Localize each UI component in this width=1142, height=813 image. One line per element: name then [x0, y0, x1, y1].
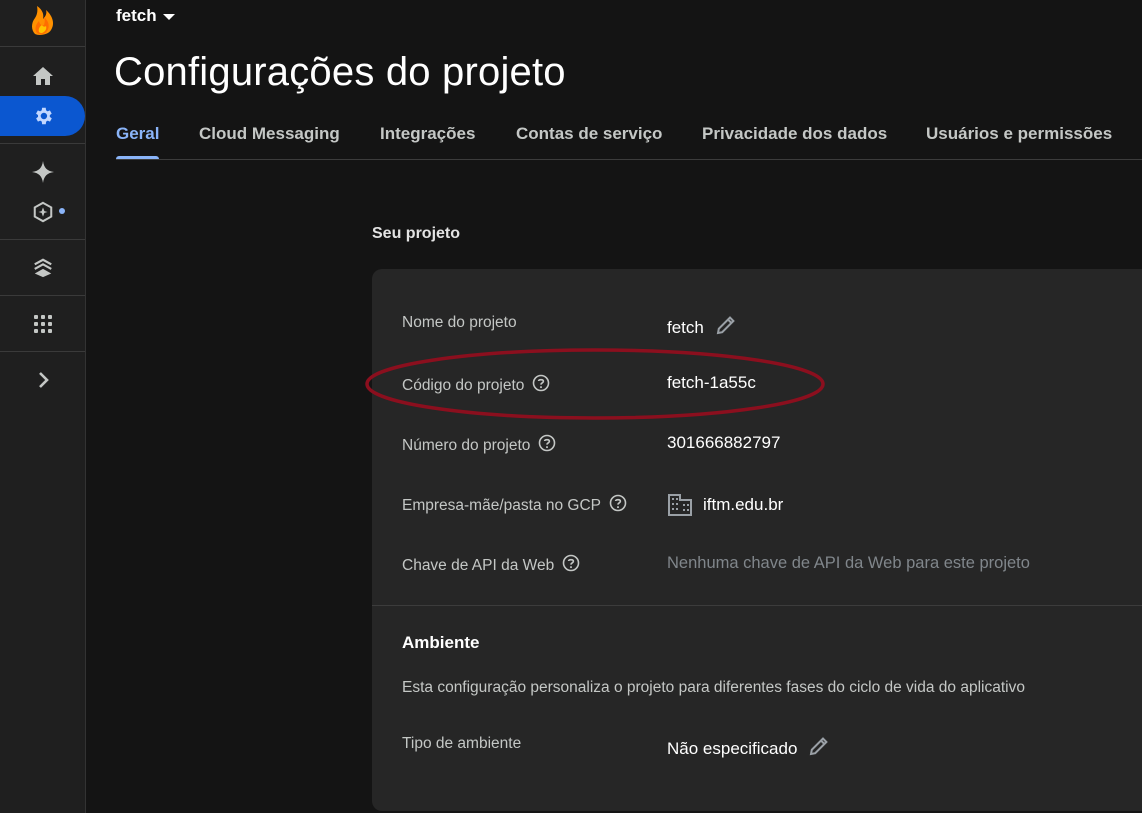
- settings-tabs: Geral Cloud Messaging Integrações Contas…: [116, 112, 1142, 160]
- rail-extensions[interactable]: [0, 192, 85, 232]
- firebase-logo[interactable]: [0, 0, 85, 40]
- grid-icon: [33, 315, 52, 333]
- side-rail: [0, 0, 86, 813]
- row-value-text: fetch: [667, 317, 704, 337]
- chevron-right-icon: [38, 372, 49, 388]
- project-card: Nome do projeto fetch Código do projeto …: [372, 269, 1142, 811]
- row-label-text: Empresa-mãe/pasta no GCP: [402, 496, 602, 514]
- rail-divider: [0, 295, 85, 296]
- project-switcher[interactable]: fetch: [116, 6, 175, 26]
- extensions-icon: [33, 201, 52, 223]
- project-number-value: 301666882797: [667, 433, 780, 453]
- rail-expand[interactable]: [0, 360, 85, 400]
- tab-data-privacy[interactable]: Privacidade dos dados: [702, 124, 887, 144]
- parent-org-value: iftm.edu.br: [667, 493, 783, 517]
- rail-divider: [0, 239, 85, 240]
- rail-layers[interactable]: [0, 248, 85, 288]
- web-api-key-label: Chave de API da Web: [402, 554, 580, 577]
- question-circle-icon: [609, 494, 627, 512]
- section-title: Seu projeto: [372, 225, 461, 242]
- help-icon[interactable]: [562, 554, 580, 577]
- help-icon[interactable]: [538, 434, 556, 457]
- rail-divider: [0, 143, 85, 144]
- row-value-text: 301666882797: [667, 433, 781, 452]
- rail-gemini[interactable]: [0, 152, 85, 192]
- environment-type-value: Não especificado: [667, 734, 831, 763]
- row-label-text: Chave de API da Web: [402, 556, 555, 574]
- page-title: Configurações do projeto: [114, 50, 566, 94]
- row-label-text: Número do projeto: [402, 436, 531, 454]
- web-api-key-value: Nenhuma chave de API da Web para este pr…: [667, 554, 1030, 573]
- question-circle-icon: [539, 434, 556, 452]
- question-circle-icon: [533, 374, 550, 392]
- question-circle-icon: [562, 554, 580, 572]
- project-name-label: Nome do projeto: [402, 314, 517, 332]
- row-label-text: Nome do projeto: [402, 314, 517, 331]
- row-value-text: Não especificado: [667, 738, 798, 758]
- environment-title: Ambiente: [402, 633, 480, 652]
- pencil-icon: [810, 737, 829, 756]
- rail-divider: [0, 46, 85, 47]
- project-number-label: Número do projeto: [402, 434, 556, 457]
- tab-cloud-messaging[interactable]: Cloud Messaging: [199, 124, 340, 144]
- project-id-label: Código do projeto: [402, 374, 550, 397]
- edit-environment-type-button[interactable]: [807, 734, 831, 763]
- pencil-icon: [716, 316, 735, 335]
- edit-project-name-button[interactable]: [714, 313, 738, 342]
- help-icon[interactable]: [609, 494, 627, 517]
- row-value-text: iftm.edu.br: [703, 495, 784, 514]
- settings-icon: [35, 107, 52, 125]
- parent-org-label: Empresa-mãe/pasta no GCP: [402, 494, 627, 517]
- tab-integrations[interactable]: Integrações: [380, 124, 475, 144]
- row-label-text: Tipo de ambiente: [402, 735, 522, 752]
- layers-icon: [33, 258, 52, 278]
- new-feature-dot: [59, 208, 65, 214]
- sparkle-icon: [31, 161, 54, 183]
- row-value-text: fetch-1a55c: [667, 373, 756, 392]
- rail-settings[interactable]: [0, 96, 85, 136]
- firebase-logo-icon: [31, 6, 53, 35]
- card-divider: [372, 605, 1142, 606]
- building-icon: [668, 494, 692, 516]
- tab-general[interactable]: Geral: [116, 124, 159, 144]
- tab-service-accounts[interactable]: Contas de serviço: [516, 124, 662, 144]
- rail-divider: [0, 351, 85, 352]
- tab-users-permissions[interactable]: Usuários e permissões: [926, 124, 1112, 144]
- help-icon[interactable]: [532, 374, 550, 397]
- chevron-down-icon: [162, 14, 175, 20]
- row-value-text: Nenhuma chave de API da Web para este pr…: [667, 554, 1030, 572]
- row-label-text: Código do projeto: [402, 376, 525, 394]
- home-icon: [32, 67, 53, 85]
- rail-home[interactable]: [0, 56, 85, 96]
- environment-description: Esta configuração personaliza o projeto …: [402, 679, 1025, 696]
- project-switcher-label: fetch: [116, 6, 157, 25]
- project-id-value: fetch-1a55c: [667, 373, 756, 393]
- project-name-value: fetch: [667, 313, 738, 342]
- active-tab-indicator: [116, 156, 159, 159]
- environment-type-label: Tipo de ambiente: [402, 735, 521, 753]
- rail-all-products[interactable]: [0, 304, 85, 344]
